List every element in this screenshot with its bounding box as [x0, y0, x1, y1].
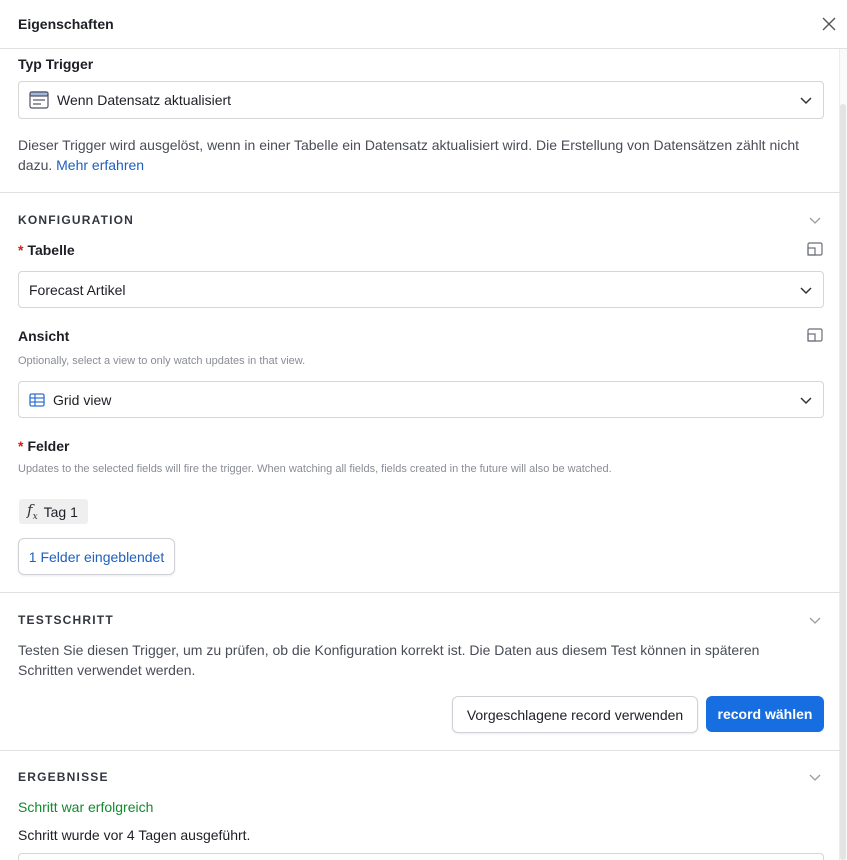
- view-hint: Optionally, select a view to only watch …: [18, 355, 306, 367]
- chevron-down-icon[interactable]: [809, 614, 821, 626]
- use-suggested-record-button[interactable]: Vorgeschlagene record verwenden: [452, 696, 698, 733]
- result-output-box[interactable]: [18, 853, 824, 860]
- divider: [0, 592, 841, 593]
- divider: [0, 750, 841, 751]
- fields-label: * Felder: [18, 438, 69, 454]
- open-pane-icon[interactable]: [807, 328, 823, 342]
- choose-record-label: record wählen: [717, 706, 813, 722]
- close-button[interactable]: [819, 14, 839, 34]
- chevron-down-icon: [800, 287, 812, 295]
- chevron-down-icon[interactable]: [809, 771, 821, 783]
- result-status: Schritt war erfolgreich: [18, 799, 154, 815]
- fields-shown-label: 1 Felder eingeblendet: [28, 548, 165, 565]
- table-label: * Tabelle: [18, 242, 75, 258]
- panel-title: Eigenschaften: [18, 16, 114, 32]
- test-description: Testen Sie diesen Trigger, um zu prüfen,…: [18, 642, 760, 678]
- open-pane-icon[interactable]: [807, 242, 823, 256]
- close-icon: [822, 17, 836, 31]
- divider: [0, 192, 841, 193]
- fields-hint: Updates to the selected fields will fire…: [18, 463, 612, 475]
- use-suggested-record-label: Vorgeschlagene record verwenden: [466, 706, 684, 723]
- fields-shown-button[interactable]: 1 Felder eingeblendet: [18, 538, 175, 575]
- required-marker: *: [18, 242, 24, 258]
- record-form-icon: [29, 91, 49, 109]
- fields-label-text: Felder: [27, 438, 70, 454]
- trigger-type-label: Typ Trigger: [18, 56, 94, 72]
- grid-view-icon: [29, 392, 45, 407]
- view-label: Ansicht: [18, 328, 70, 344]
- table-select[interactable]: Forecast Artikel: [18, 271, 824, 308]
- test-section-title: TESTSCHRITT: [18, 613, 114, 627]
- scrollbar-thumb[interactable]: [840, 104, 846, 860]
- table-select-value: Forecast Artikel: [29, 281, 126, 298]
- choose-record-button[interactable]: record wählen: [706, 696, 824, 732]
- required-marker: *: [18, 438, 24, 454]
- results-section-title: ERGEBNISSE: [18, 770, 109, 784]
- field-tag-label: Tag 1: [43, 503, 78, 520]
- trigger-type-value: Wenn Datensatz aktualisiert: [57, 92, 232, 108]
- chevron-down-icon[interactable]: [809, 214, 821, 226]
- view-select[interactable]: Grid view: [18, 381, 824, 418]
- table-label-text: Tabelle: [27, 242, 75, 258]
- formula-icon: fx: [27, 501, 38, 522]
- view-select-value: Grid view: [53, 391, 112, 408]
- field-tag[interactable]: fx Tag 1: [19, 499, 88, 524]
- config-section-title: KONFIGURATION: [18, 213, 135, 227]
- chevron-down-icon: [800, 97, 812, 105]
- trigger-type-select[interactable]: Wenn Datensatz aktualisiert: [18, 81, 824, 119]
- chevron-down-icon: [800, 397, 812, 405]
- trigger-description: Dieser Trigger wird ausgelöst, wenn in e…: [18, 135, 818, 175]
- learn-more-link[interactable]: Mehr erfahren: [56, 157, 144, 173]
- properties-header: Eigenschaften: [0, 0, 847, 49]
- result-executed-time: Schritt wurde vor 4 Tagen ausgeführt.: [18, 827, 251, 843]
